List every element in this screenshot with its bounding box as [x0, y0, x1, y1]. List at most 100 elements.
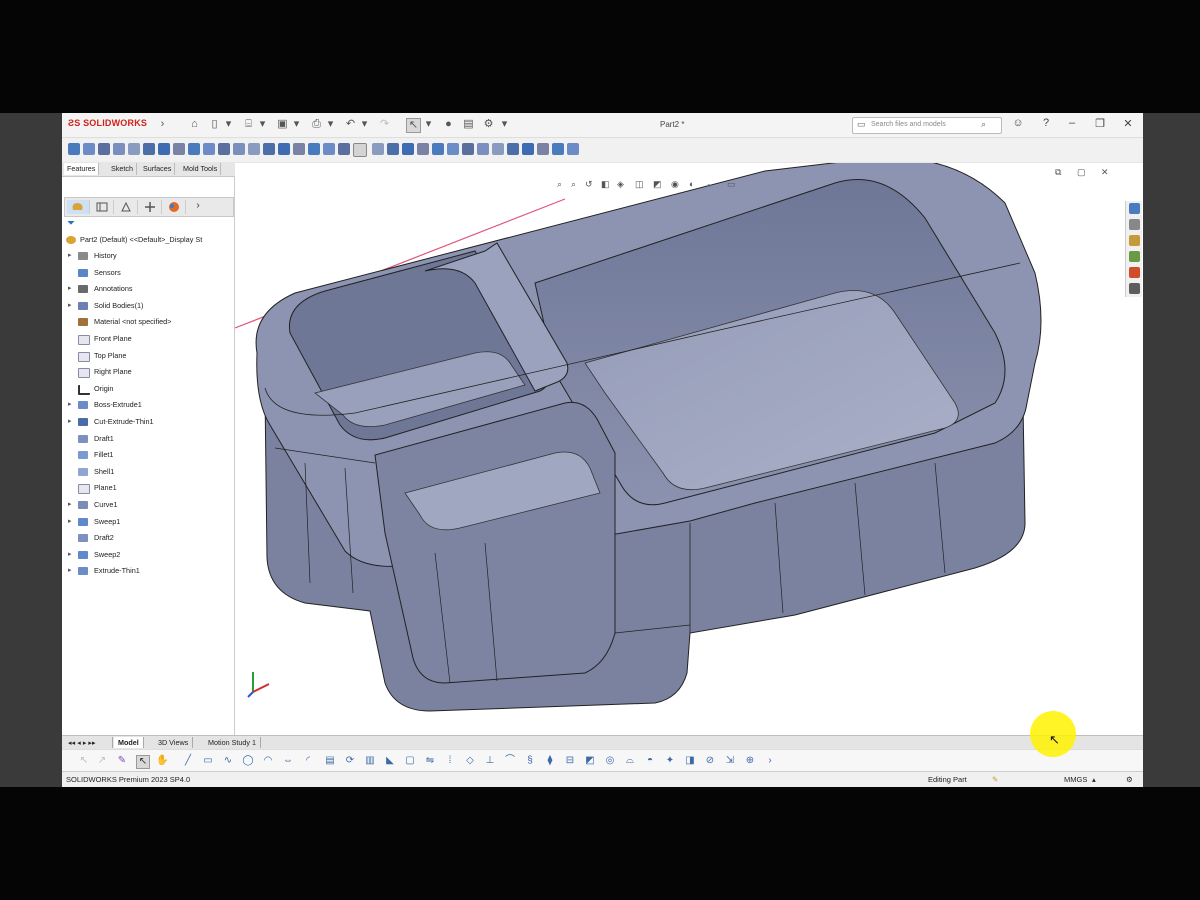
tab-sketch[interactable]: Sketch	[108, 163, 137, 175]
back-icon[interactable]: ↖	[78, 755, 90, 767]
expand-arrow-icon[interactable]: ▸	[68, 548, 76, 562]
bottom-tab-3d-views[interactable]: 3D Views	[154, 737, 194, 748]
property-manager-tab[interactable]	[91, 200, 114, 214]
previous-view-icon[interactable]: ↺	[585, 179, 595, 189]
combine-tool-icon[interactable]: ⊕	[744, 755, 756, 767]
viewport-maximize-icon[interactable]: ▢	[1077, 167, 1087, 177]
reference-geometry-icon[interactable]	[353, 143, 367, 157]
search-icon[interactable]: ⌕	[981, 119, 986, 130]
edit-appearance-icon[interactable]: ◐	[689, 179, 699, 189]
resources-icon[interactable]	[1129, 203, 1140, 214]
menu-expand-icon[interactable]: ›	[156, 118, 169, 131]
dropdown-icon[interactable]: ▾	[290, 118, 303, 131]
flex-icon[interactable]	[492, 143, 504, 155]
thicken-icon[interactable]	[552, 143, 564, 155]
minimize-icon[interactable]: –	[1064, 117, 1080, 129]
curve-tool-icon[interactable]: ⌒	[504, 755, 516, 767]
expand-arrow-icon[interactable]: ▸	[68, 282, 76, 296]
axis-tool-icon[interactable]: ⊥	[484, 755, 496, 767]
select-pointer-icon[interactable]: ↖	[406, 118, 421, 133]
revolve-tool-icon[interactable]: ⟳	[344, 755, 356, 767]
expand-arrow-icon[interactable]: ▸	[68, 564, 76, 578]
close-icon[interactable]: ✕	[1120, 117, 1136, 130]
view-palette-icon[interactable]	[1129, 251, 1140, 262]
tab-scroll-arrows[interactable]: ◂◂ ◂ ▸ ▸▸	[64, 737, 113, 748]
tab-features[interactable]: Features	[64, 163, 100, 175]
cut-tool-icon[interactable]: ▥	[364, 755, 376, 767]
user-account-icon[interactable]: ☺	[1010, 117, 1026, 129]
rebuild-status-icon[interactable]: ✎	[992, 772, 998, 787]
filter-icon[interactable]: ⏷	[67, 218, 75, 229]
swept-cut-icon[interactable]	[188, 143, 200, 155]
bottom-tab-motion-study-1[interactable]: Motion Study 1	[204, 737, 261, 748]
boundary-cut-icon[interactable]	[218, 143, 230, 155]
expand-arrow-icon[interactable]: ▸	[68, 515, 76, 529]
mirror-icon[interactable]	[338, 143, 350, 155]
view-orientation-icon[interactable]: ◫	[635, 179, 645, 189]
view-settings-icon[interactable]: ▭	[727, 179, 737, 189]
deform-icon[interactable]	[522, 143, 534, 155]
intersect-icon[interactable]	[323, 143, 335, 155]
expand-arrow-icon[interactable]: ▸	[68, 415, 76, 429]
shell-icon[interactable]	[293, 143, 305, 155]
appearances-icon[interactable]	[1129, 267, 1140, 278]
open-folder-icon[interactable]: ⌸	[242, 118, 255, 131]
revolved-boss-icon[interactable]	[83, 143, 95, 155]
revolved-cut-icon[interactable]	[173, 143, 185, 155]
tab-mold-tools[interactable]: Mold Tools	[180, 163, 222, 175]
zoom-to-fit-icon[interactable]: ⌕	[557, 179, 567, 189]
freeform-icon[interactable]	[432, 143, 444, 155]
plane-tool-icon[interactable]: ◇	[464, 755, 476, 767]
extruded-cut-icon[interactable]	[143, 143, 155, 155]
hide-show-items-icon[interactable]: ◉	[671, 179, 681, 189]
viewport-close-icon[interactable]: ✕	[1101, 167, 1111, 177]
dropdown-icon[interactable]: ▾	[324, 118, 337, 131]
rectangle-icon[interactable]: ▭	[202, 755, 214, 767]
split-line-icon[interactable]	[402, 143, 414, 155]
custom-properties-icon[interactable]	[1129, 283, 1140, 294]
rib-tool-icon[interactable]: ⊟	[564, 755, 576, 767]
more-tabs-icon[interactable]: ›	[187, 200, 209, 214]
hole-wizard-icon[interactable]	[158, 143, 170, 155]
quick-tips-icon[interactable]: ⚙	[1126, 772, 1133, 787]
hole-wizard-icon[interactable]: ◎	[604, 755, 616, 767]
move-face-icon[interactable]	[447, 143, 459, 155]
rebuild-traffic-light-icon[interactable]: ●	[442, 118, 455, 131]
arc-icon[interactable]: ◠	[262, 755, 274, 767]
shell-tool-icon[interactable]: ▢	[404, 755, 416, 767]
extrude-tool-icon[interactable]: ▤	[324, 755, 336, 767]
indent-icon[interactable]	[507, 143, 519, 155]
section-view-icon[interactable]: ◧	[601, 179, 611, 189]
help-icon[interactable]: ?	[1038, 117, 1054, 129]
search-input[interactable]: ▭ Search files and models ⌕	[852, 117, 1002, 134]
configuration-manager-tab[interactable]	[115, 200, 138, 214]
dome-tool-icon[interactable]: ◓	[644, 755, 656, 767]
expand-arrow-icon[interactable]: ▸	[68, 498, 76, 512]
units-dropdown-icon[interactable]: ▴	[1092, 772, 1096, 787]
boundary-boss-icon[interactable]	[128, 143, 140, 155]
dome-icon[interactable]	[417, 143, 429, 155]
feature-tree-tab[interactable]	[67, 200, 90, 214]
expand-arrow-icon[interactable]: ▸	[68, 249, 76, 263]
file-explorer-icon[interactable]	[1129, 235, 1140, 246]
draft-tool-icon[interactable]: ◩	[584, 755, 596, 767]
knit-icon[interactable]	[567, 143, 579, 155]
delete-face-icon[interactable]	[462, 143, 474, 155]
expand-arrow-icon[interactable]: ▸	[68, 398, 76, 412]
dropdown-icon[interactable]: ▾	[256, 118, 269, 131]
dimxpert-manager-tab[interactable]	[139, 200, 162, 214]
dynamic-annotation-icon[interactable]: ◈	[617, 179, 627, 189]
smart-dimension-icon[interactable]: ⇔	[282, 755, 294, 767]
fillet-tool-icon[interactable]: ◜	[302, 755, 314, 767]
move-face-icon[interactable]: ⇲	[724, 755, 736, 767]
combine-icon[interactable]	[477, 143, 489, 155]
extruded-boss-icon[interactable]	[68, 143, 80, 155]
dropdown-icon[interactable]: ▾	[222, 118, 235, 131]
apply-scene-icon[interactable]: ◒	[707, 179, 717, 189]
restore-icon[interactable]: ❐	[1092, 117, 1108, 130]
line-icon[interactable]: ╱	[182, 755, 194, 767]
swept-boss-icon[interactable]	[98, 143, 110, 155]
select-tool-icon[interactable]: ↖	[136, 755, 150, 769]
reference-tool-icon[interactable]: ✦	[664, 755, 676, 767]
sweep-tool-icon[interactable]: §	[524, 755, 536, 767]
